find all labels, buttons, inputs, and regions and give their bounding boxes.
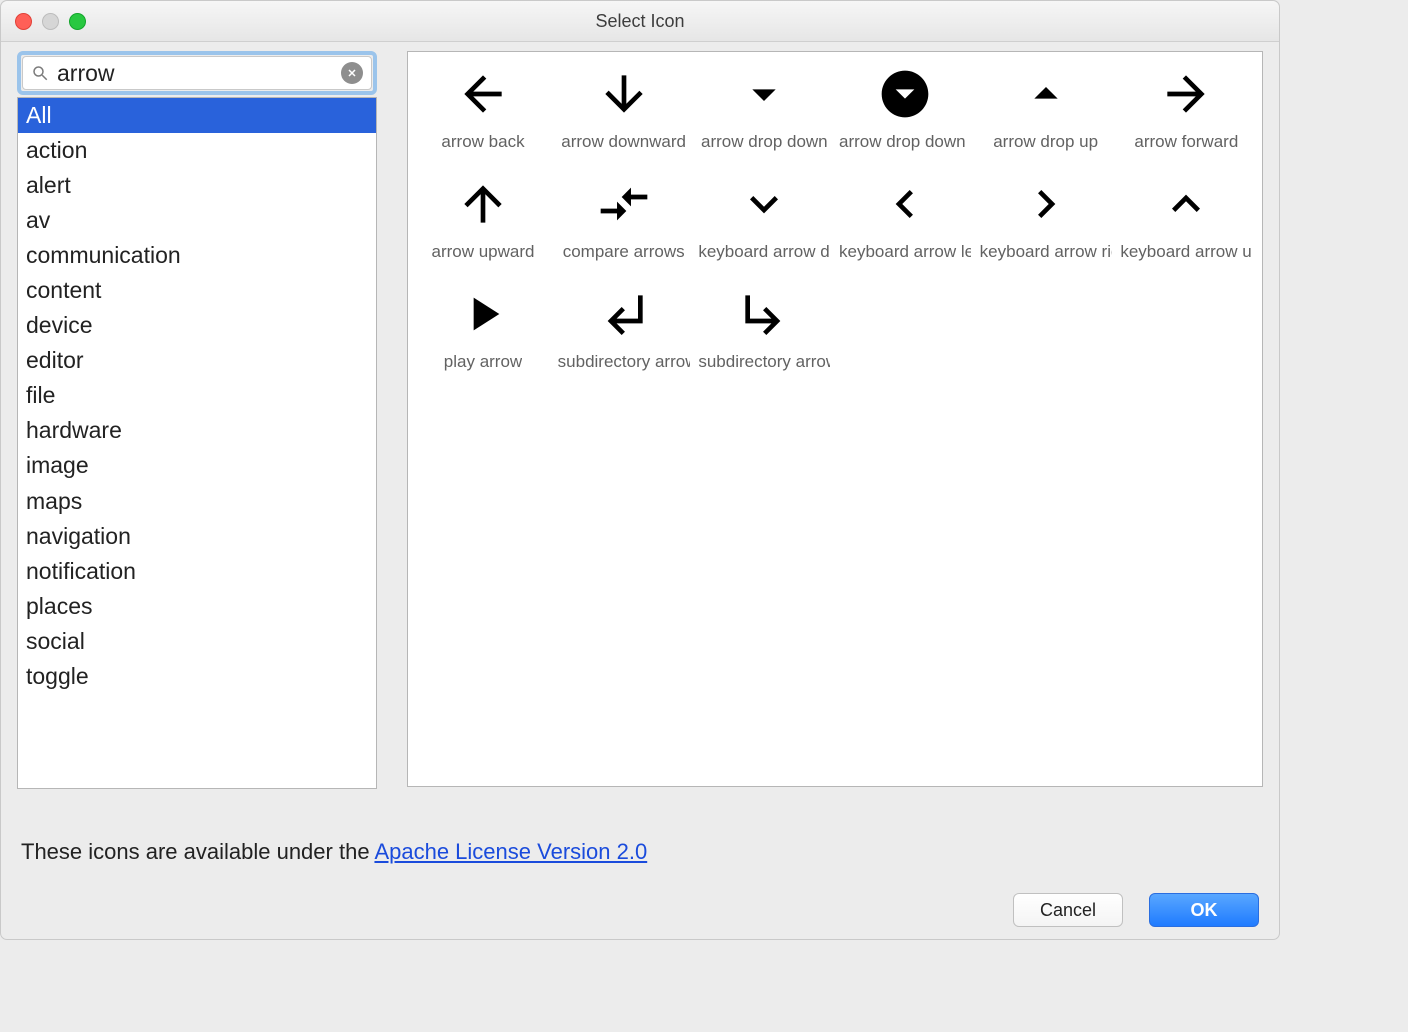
icon-subdirectory-arrow-left[interactable]: subdirectory arrow left — [555, 278, 693, 386]
arrow-back-icon — [453, 64, 513, 124]
icon-keyboard-arrow-right[interactable]: keyboard arrow right — [977, 168, 1115, 276]
icon-keyboard-arrow-left[interactable]: keyboard arrow left — [836, 168, 974, 276]
category-item-action[interactable]: action — [18, 133, 376, 168]
keyboard-arrow-right-icon — [1016, 174, 1076, 234]
search-input[interactable] — [22, 56, 372, 90]
category-item-alert[interactable]: alert — [18, 168, 376, 203]
arrow-drop-down-icon — [734, 64, 794, 124]
cancel-button[interactable]: Cancel — [1013, 893, 1123, 927]
category-list[interactable]: Allactionalertavcommunicationcontentdevi… — [17, 97, 377, 789]
icon-label: keyboard arrow right — [980, 242, 1112, 262]
category-item-av[interactable]: av — [18, 203, 376, 238]
category-item-maps[interactable]: maps — [18, 484, 376, 519]
category-item-content[interactable]: content — [18, 273, 376, 308]
license-text: These icons are available under the Apac… — [21, 839, 1259, 865]
category-item-toggle[interactable]: toggle — [18, 659, 376, 694]
icon-label: subdirectory arrow left — [558, 352, 690, 372]
icon-arrow-drop-up[interactable]: arrow drop up — [977, 58, 1115, 166]
keyboard-arrow-left-icon — [875, 174, 935, 234]
icon-arrow-drop-down-circle[interactable]: arrow drop down circle — [836, 58, 974, 166]
arrow-upward-icon — [453, 174, 513, 234]
license-link[interactable]: Apache License Version 2.0 — [374, 839, 647, 864]
category-item-navigation[interactable]: navigation — [18, 519, 376, 554]
arrow-drop-down-circle-icon — [875, 64, 935, 124]
icon-keyboard-arrow-down[interactable]: keyboard arrow down — [695, 168, 833, 276]
icon-arrow-drop-down[interactable]: arrow drop down — [695, 58, 833, 166]
icon-results-pane: arrow back arrow downward arrow drop down a… — [407, 51, 1263, 787]
category-item-all[interactable]: All — [18, 98, 376, 133]
category-item-hardware[interactable]: hardware — [18, 413, 376, 448]
icon-label: arrow downward — [561, 132, 686, 152]
window-title: Select Icon — [1, 11, 1279, 32]
icon-label: arrow forward — [1134, 132, 1238, 152]
compare-arrows-icon — [594, 174, 654, 234]
icon-label: play arrow — [444, 352, 522, 372]
icon-play-arrow[interactable]: play arrow — [414, 278, 552, 386]
arrow-downward-icon — [594, 64, 654, 124]
search-field-wrap — [17, 51, 377, 95]
category-item-social[interactable]: social — [18, 624, 376, 659]
icon-arrow-back[interactable]: arrow back — [414, 58, 552, 166]
icon-label: keyboard arrow up — [1120, 242, 1252, 262]
category-item-editor[interactable]: editor — [18, 343, 376, 378]
subdirectory-arrow-left-icon — [594, 284, 654, 344]
icon-label: arrow back — [441, 132, 524, 152]
ok-button[interactable]: OK — [1149, 893, 1259, 927]
select-icon-dialog: Select Icon Allactionalertavcommunicatio… — [0, 0, 1280, 940]
category-item-file[interactable]: file — [18, 378, 376, 413]
titlebar: Select Icon — [1, 1, 1279, 42]
icon-keyboard-arrow-up[interactable]: keyboard arrow up — [1117, 168, 1255, 276]
play-arrow-icon — [453, 284, 513, 344]
category-item-device[interactable]: device — [18, 308, 376, 343]
icon-subdirectory-arrow-right[interactable]: subdirectory arrow right — [695, 278, 833, 386]
arrow-forward-icon — [1156, 64, 1216, 124]
subdirectory-arrow-right-icon — [734, 284, 794, 344]
icon-label: keyboard arrow left — [839, 242, 971, 262]
category-item-places[interactable]: places — [18, 589, 376, 624]
icon-label: arrow drop up — [993, 132, 1098, 152]
keyboard-arrow-up-icon — [1156, 174, 1216, 234]
icon-arrow-forward[interactable]: arrow forward — [1117, 58, 1255, 166]
icon-arrow-upward[interactable]: arrow upward — [414, 168, 552, 276]
icon-label: compare arrows — [563, 242, 685, 262]
keyboard-arrow-down-icon — [734, 174, 794, 234]
icon-arrow-downward[interactable]: arrow downward — [555, 58, 693, 166]
category-item-notification[interactable]: notification — [18, 554, 376, 589]
arrow-drop-up-icon — [1016, 64, 1076, 124]
icon-label: arrow drop down — [701, 132, 828, 152]
icon-label: keyboard arrow down — [698, 242, 830, 262]
icon-label: arrow upward — [432, 242, 535, 262]
search-icon — [31, 64, 49, 82]
icon-label: subdirectory arrow right — [698, 352, 830, 372]
icon-compare-arrows[interactable]: compare arrows — [555, 168, 693, 276]
icon-label: arrow drop down circle — [839, 132, 971, 152]
clear-search-button[interactable] — [341, 62, 363, 84]
category-item-image[interactable]: image — [18, 448, 376, 483]
category-item-communication[interactable]: communication — [18, 238, 376, 273]
